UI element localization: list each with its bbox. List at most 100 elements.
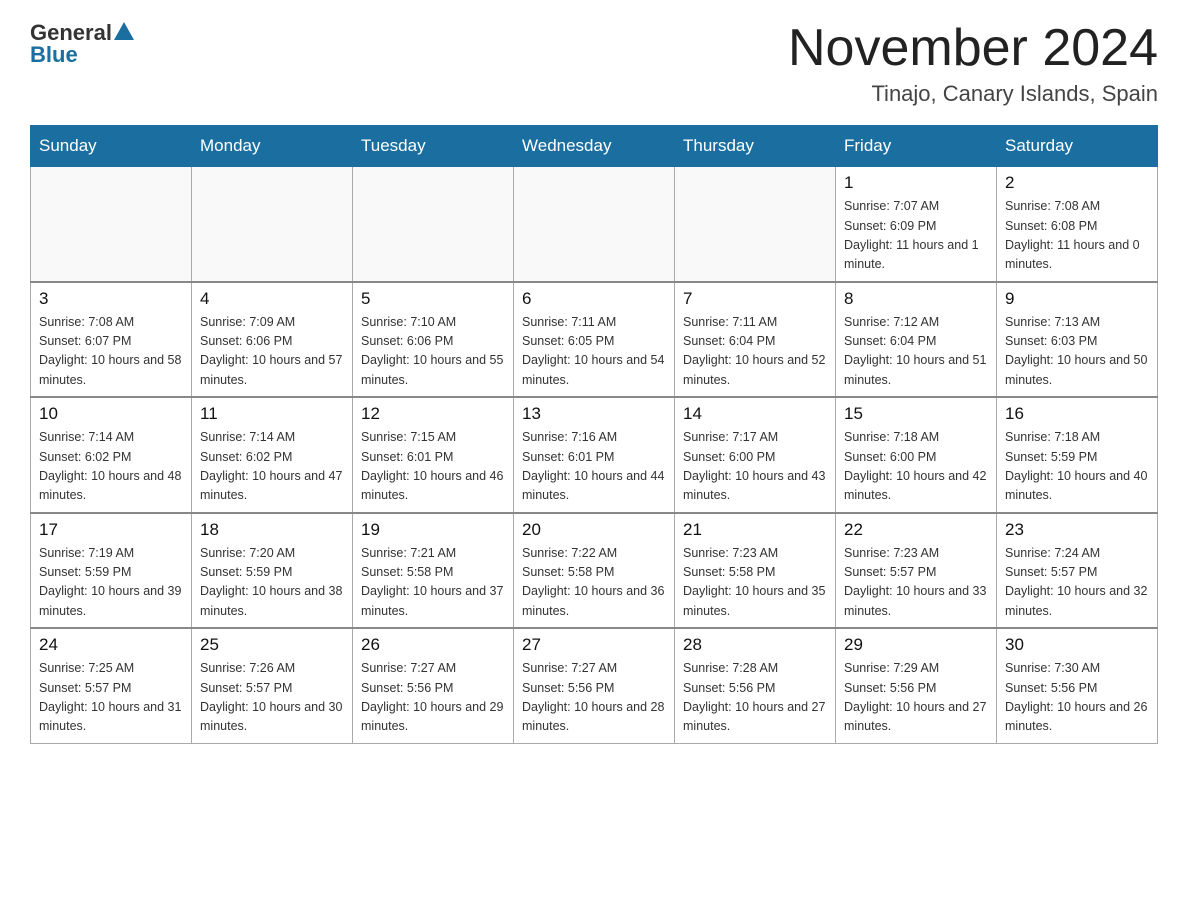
day-info: Sunrise: 7:25 AMSunset: 5:57 PMDaylight:…: [39, 661, 181, 733]
day-info: Sunrise: 7:20 AMSunset: 5:59 PMDaylight:…: [200, 546, 342, 618]
day-number: 30: [1005, 635, 1149, 655]
day-info: Sunrise: 7:11 AMSunset: 6:05 PMDaylight:…: [522, 315, 664, 387]
calendar-day-cell: 20 Sunrise: 7:22 AMSunset: 5:58 PMDayligh…: [514, 513, 675, 629]
day-info: Sunrise: 7:18 AMSunset: 5:59 PMDaylight:…: [1005, 430, 1147, 502]
day-info: Sunrise: 7:26 AMSunset: 5:57 PMDaylight:…: [200, 661, 342, 733]
day-info: Sunrise: 7:11 AMSunset: 6:04 PMDaylight:…: [683, 315, 825, 387]
calendar-week-row: 1 Sunrise: 7:07 AMSunset: 6:09 PMDaylight…: [31, 167, 1158, 282]
logo-triangle-icon: [114, 22, 134, 40]
day-info: Sunrise: 7:21 AMSunset: 5:58 PMDaylight:…: [361, 546, 503, 618]
day-info: Sunrise: 7:07 AMSunset: 6:09 PMDaylight:…: [844, 199, 979, 271]
calendar-day-cell: 14 Sunrise: 7:17 AMSunset: 6:00 PMDayligh…: [675, 397, 836, 513]
title-area: November 2024 Tinajo, Canary Islands, Sp…: [788, 20, 1158, 107]
location-subtitle: Tinajo, Canary Islands, Spain: [788, 81, 1158, 107]
day-number: 5: [361, 289, 505, 309]
day-info: Sunrise: 7:30 AMSunset: 5:56 PMDaylight:…: [1005, 661, 1147, 733]
calendar-col-header: Sunday: [31, 126, 192, 167]
logo-area: General Blue: [30, 20, 136, 68]
calendar-day-cell: [353, 167, 514, 282]
calendar-week-row: 24 Sunrise: 7:25 AMSunset: 5:57 PMDayligh…: [31, 628, 1158, 743]
day-number: 26: [361, 635, 505, 655]
day-info: Sunrise: 7:08 AMSunset: 6:07 PMDaylight:…: [39, 315, 181, 387]
calendar-day-cell: 7 Sunrise: 7:11 AMSunset: 6:04 PMDaylight…: [675, 282, 836, 398]
calendar-day-cell: 13 Sunrise: 7:16 AMSunset: 6:01 PMDayligh…: [514, 397, 675, 513]
day-number: 19: [361, 520, 505, 540]
day-info: Sunrise: 7:19 AMSunset: 5:59 PMDaylight:…: [39, 546, 181, 618]
calendar-table: SundayMondayTuesdayWednesdayThursdayFrid…: [30, 125, 1158, 744]
calendar-day-cell: 12 Sunrise: 7:15 AMSunset: 6:01 PMDayligh…: [353, 397, 514, 513]
day-number: 20: [522, 520, 666, 540]
logo-blue-text: Blue: [30, 42, 78, 68]
calendar-col-header: Saturday: [997, 126, 1158, 167]
calendar-day-cell: 30 Sunrise: 7:30 AMSunset: 5:56 PMDayligh…: [997, 628, 1158, 743]
day-number: 4: [200, 289, 344, 309]
day-number: 21: [683, 520, 827, 540]
day-number: 14: [683, 404, 827, 424]
calendar-header-row: SundayMondayTuesdayWednesdayThursdayFrid…: [31, 126, 1158, 167]
page-header: General Blue November 2024 Tinajo, Canar…: [30, 20, 1158, 107]
calendar-col-header: Wednesday: [514, 126, 675, 167]
day-number: 9: [1005, 289, 1149, 309]
day-info: Sunrise: 7:10 AMSunset: 6:06 PMDaylight:…: [361, 315, 503, 387]
day-number: 29: [844, 635, 988, 655]
calendar-day-cell: 15 Sunrise: 7:18 AMSunset: 6:00 PMDayligh…: [836, 397, 997, 513]
calendar-day-cell: 1 Sunrise: 7:07 AMSunset: 6:09 PMDaylight…: [836, 167, 997, 282]
day-info: Sunrise: 7:12 AMSunset: 6:04 PMDaylight:…: [844, 315, 986, 387]
day-number: 13: [522, 404, 666, 424]
day-info: Sunrise: 7:08 AMSunset: 6:08 PMDaylight:…: [1005, 199, 1140, 271]
calendar-col-header: Monday: [192, 126, 353, 167]
day-number: 7: [683, 289, 827, 309]
day-info: Sunrise: 7:27 AMSunset: 5:56 PMDaylight:…: [361, 661, 503, 733]
day-number: 3: [39, 289, 183, 309]
calendar-day-cell: 6 Sunrise: 7:11 AMSunset: 6:05 PMDaylight…: [514, 282, 675, 398]
calendar-day-cell: 11Sunrise: 7:14 AMSunset: 6:02 PMDayligh…: [192, 397, 353, 513]
calendar-day-cell: 21 Sunrise: 7:23 AMSunset: 5:58 PMDayligh…: [675, 513, 836, 629]
day-number: 8: [844, 289, 988, 309]
calendar-week-row: 3 Sunrise: 7:08 AMSunset: 6:07 PMDaylight…: [31, 282, 1158, 398]
calendar-day-cell: [675, 167, 836, 282]
calendar-day-cell: 27 Sunrise: 7:27 AMSunset: 5:56 PMDayligh…: [514, 628, 675, 743]
day-number: 24: [39, 635, 183, 655]
calendar-day-cell: 5 Sunrise: 7:10 AMSunset: 6:06 PMDaylight…: [353, 282, 514, 398]
month-year-title: November 2024: [788, 20, 1158, 77]
day-info: Sunrise: 7:18 AMSunset: 6:00 PMDaylight:…: [844, 430, 986, 502]
day-number: 15: [844, 404, 988, 424]
day-info: Sunrise: 7:23 AMSunset: 5:57 PMDaylight:…: [844, 546, 986, 618]
calendar-day-cell: [514, 167, 675, 282]
day-number: 23: [1005, 520, 1149, 540]
day-number: 18: [200, 520, 344, 540]
day-info: Sunrise: 7:16 AMSunset: 6:01 PMDaylight:…: [522, 430, 664, 502]
calendar-week-row: 17 Sunrise: 7:19 AMSunset: 5:59 PMDayligh…: [31, 513, 1158, 629]
calendar-col-header: Thursday: [675, 126, 836, 167]
calendar-day-cell: [31, 167, 192, 282]
calendar-day-cell: 17 Sunrise: 7:19 AMSunset: 5:59 PMDayligh…: [31, 513, 192, 629]
day-number: 22: [844, 520, 988, 540]
calendar-day-cell: 25 Sunrise: 7:26 AMSunset: 5:57 PMDayligh…: [192, 628, 353, 743]
calendar-day-cell: 4 Sunrise: 7:09 AMSunset: 6:06 PMDaylight…: [192, 282, 353, 398]
day-number: 1: [844, 173, 988, 193]
calendar-week-row: 10Sunrise: 7:14 AMSunset: 6:02 PMDayligh…: [31, 397, 1158, 513]
day-info: Sunrise: 7:13 AMSunset: 6:03 PMDaylight:…: [1005, 315, 1147, 387]
day-info: Sunrise: 7:17 AMSunset: 6:00 PMDaylight:…: [683, 430, 825, 502]
day-info: Sunrise: 7:15 AMSunset: 6:01 PMDaylight:…: [361, 430, 503, 502]
day-number: 17: [39, 520, 183, 540]
day-number: 11: [200, 404, 344, 424]
day-number: 6: [522, 289, 666, 309]
day-info: Sunrise: 7:22 AMSunset: 5:58 PMDaylight:…: [522, 546, 664, 618]
day-info: Sunrise: 7:14 AMSunset: 6:02 PMDaylight:…: [39, 430, 181, 502]
day-info: Sunrise: 7:23 AMSunset: 5:58 PMDaylight:…: [683, 546, 825, 618]
calendar-day-cell: 22 Sunrise: 7:23 AMSunset: 5:57 PMDayligh…: [836, 513, 997, 629]
calendar-day-cell: 9 Sunrise: 7:13 AMSunset: 6:03 PMDaylight…: [997, 282, 1158, 398]
calendar-col-header: Tuesday: [353, 126, 514, 167]
day-info: Sunrise: 7:27 AMSunset: 5:56 PMDaylight:…: [522, 661, 664, 733]
calendar-day-cell: 24 Sunrise: 7:25 AMSunset: 5:57 PMDayligh…: [31, 628, 192, 743]
day-info: Sunrise: 7:28 AMSunset: 5:56 PMDaylight:…: [683, 661, 825, 733]
day-number: 25: [200, 635, 344, 655]
calendar-day-cell: 2Sunrise: 7:08 AMSunset: 6:08 PMDaylight…: [997, 167, 1158, 282]
day-number: 27: [522, 635, 666, 655]
day-number: 12: [361, 404, 505, 424]
day-number: 28: [683, 635, 827, 655]
day-info: Sunrise: 7:09 AMSunset: 6:06 PMDaylight:…: [200, 315, 342, 387]
calendar-day-cell: 18 Sunrise: 7:20 AMSunset: 5:59 PMDayligh…: [192, 513, 353, 629]
calendar-day-cell: [192, 167, 353, 282]
